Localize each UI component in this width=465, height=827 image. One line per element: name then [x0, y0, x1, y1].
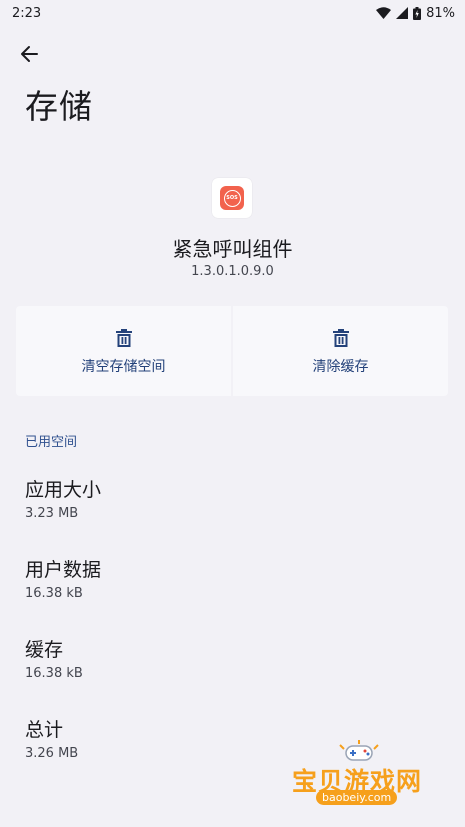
stat-value: 16.38 kB	[25, 586, 83, 601]
wifi-icon	[376, 7, 392, 19]
trash-icon	[332, 329, 349, 347]
stat-user-data: 用户数据 16.38 kB	[25, 558, 101, 601]
battery-icon	[413, 6, 422, 20]
stat-title: 总计	[25, 719, 64, 741]
clear-cache-button[interactable]: 清除缓存	[233, 306, 448, 396]
app-name: 紧急呼叫组件	[172, 237, 293, 261]
watermark-url: baobeiy.com	[316, 790, 398, 805]
stat-total: 总计 3.26 MB	[25, 718, 78, 761]
stat-value: 3.23 MB	[25, 506, 79, 521]
stat-cache: 缓存 16.38 kB	[25, 638, 83, 681]
trash-icon	[115, 329, 132, 347]
section-header-used-space: 已用空间	[25, 435, 78, 450]
app-version: 1.3.0.1.0.9.0	[191, 264, 274, 279]
battery-percent: 81%	[426, 5, 455, 21]
app-icon: SOS	[212, 178, 252, 218]
stat-value: 3.26 MB	[25, 746, 79, 761]
status-time: 2:23	[12, 5, 42, 21]
signal-icon	[396, 7, 409, 19]
stat-value: 16.38 kB	[25, 666, 83, 681]
arrow-back-icon	[21, 46, 38, 62]
sos-icon-text: SOS	[223, 189, 241, 207]
page-title: 存储	[25, 87, 93, 126]
back-button[interactable]	[12, 38, 46, 70]
stat-title: 应用大小	[25, 479, 102, 501]
status-bar: 2:23 81%	[0, 0, 465, 26]
gamepad-icon	[339, 740, 379, 761]
watermark: 宝贝游戏网 baobeiy.com	[288, 740, 436, 812]
status-icons: 81%	[376, 6, 455, 21]
clear-cache-label: 清除缓存	[312, 359, 369, 375]
stat-title: 缓存	[25, 639, 64, 661]
action-buttons: 清空存储空间 清除缓存	[16, 306, 448, 396]
stat-app-size: 应用大小 3.23 MB	[25, 478, 101, 521]
sos-icon: SOS	[220, 186, 244, 210]
stat-title: 用户数据	[25, 559, 102, 581]
clear-storage-button[interactable]: 清空存储空间	[16, 306, 231, 396]
clear-storage-label: 清空存储空间	[81, 359, 166, 375]
